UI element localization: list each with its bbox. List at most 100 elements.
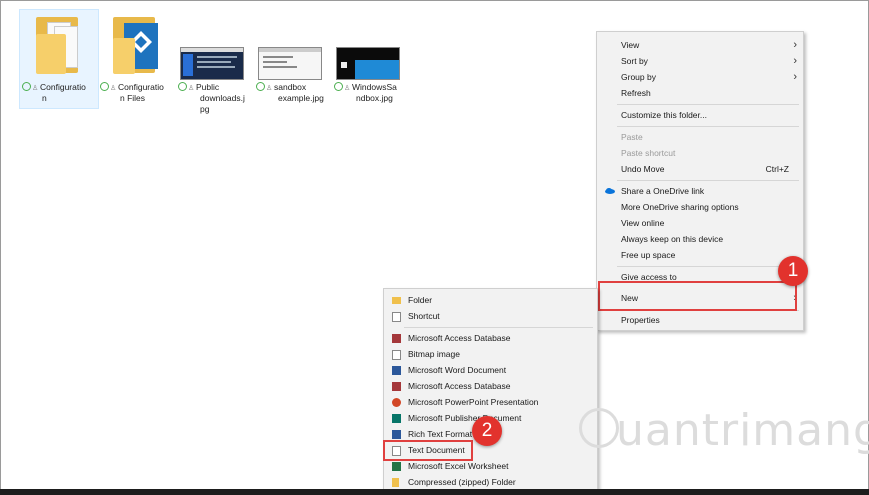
image-thumbnail [258,47,322,80]
watermark-text: uantrimang [616,405,869,456]
menu-label: View [621,40,640,50]
menu-label: Compressed (zipped) Folder [408,477,516,487]
shared-person-icon: ♙ [344,85,351,92]
menu-label: Undo Move [621,164,665,174]
shortcut-icon [392,312,401,322]
image-thumbnail [336,47,400,80]
shared-person-icon: ♙ [110,85,117,92]
menu-label: Microsoft Access Database [408,381,511,391]
submenu-item-folder[interactable]: Folder [384,292,597,308]
menu-label: Sort by [621,56,648,66]
bitmap-icon [392,350,401,360]
folder-icon [392,297,401,304]
menu-label: Customize this folder... [621,110,707,120]
menu-label: Refresh [621,88,651,98]
file-name-cont: ndbox.jpg [356,93,393,103]
menu-item-sort-by[interactable]: Sort by › [597,53,803,69]
shared-person-icon: ♙ [32,85,39,92]
onedrive-cloud-icon [605,188,615,194]
menu-separator [617,266,799,267]
menu-separator [404,327,593,328]
menu-item-paste[interactable]: Paste [597,129,803,145]
submenu-item-access-db-2[interactable]: Microsoft Access Database [384,378,597,394]
file-name: Configuratio [118,82,164,92]
menu-label: Microsoft Word Document [408,365,507,375]
menu-label: Microsoft PowerPoint Presentation [408,397,539,407]
menu-item-paste-shortcut[interactable]: Paste shortcut [597,145,803,161]
menu-label: Microsoft Access Database [408,333,511,343]
menu-label: More OneDrive sharing options [621,202,739,212]
file-name-cont: downloads.j [200,93,245,103]
menu-item-customize[interactable]: Customize this folder... [597,107,803,123]
new-highlight-box [598,281,797,311]
step-badge-2: 2 [472,416,502,446]
menu-label: Paste [621,132,643,142]
chevron-right-icon: › [793,55,797,67]
menu-item-share-onedrive[interactable]: Share a OneDrive link [597,183,803,199]
menu-item-undo-move[interactable]: Undo Move Ctrl+Z [597,161,803,177]
zip-folder-icon [392,478,399,487]
bottom-strip [0,489,869,495]
image-thumbnail [180,47,244,80]
file-name: sandbox [274,82,307,92]
watermark-bulb-icon [579,408,619,448]
menu-item-view[interactable]: View › [597,37,803,53]
step-badge-1: 1 [778,256,808,286]
menu-label: Share a OneDrive link [621,186,705,196]
chevron-right-icon: › [793,39,797,51]
file-name-cont: n [42,93,47,103]
menu-separator [617,104,799,105]
chevron-right-icon: › [793,71,797,83]
shared-person-icon: ♙ [266,85,273,92]
menu-label: Shortcut [408,311,440,321]
folder-front-icon [113,38,135,74]
sync-status-icon [178,82,187,91]
submenu-item-shortcut[interactable]: Shortcut [384,308,597,324]
menu-item-properties[interactable]: Properties [597,312,803,328]
file-name: Public [196,82,220,92]
file-name-cont: pg [200,104,210,114]
text-document-highlight-box [383,440,473,461]
menu-item-more-onedrive[interactable]: More OneDrive sharing options [597,199,803,215]
publisher-icon [392,414,401,423]
excel-icon [392,462,401,471]
word-icon [392,366,401,375]
submenu-item-word[interactable]: Microsoft Word Document [384,362,597,378]
menu-separator [617,126,799,127]
menu-item-always-keep[interactable]: Always keep on this device [597,231,803,247]
menu-item-refresh[interactable]: Refresh [597,85,803,101]
menu-item-view-online[interactable]: View online [597,215,803,231]
menu-label: Properties [621,315,660,325]
menu-label: Always keep on this device [621,234,724,244]
powerpoint-icon [392,398,401,407]
sync-status-icon [256,82,265,91]
menu-item-free-up-space[interactable]: Free up space [597,247,803,263]
rich-text-icon [392,430,401,439]
file-name-cont: example.jpg [278,93,324,103]
access-icon [392,334,401,343]
file-name: WindowsSa [352,82,397,92]
submenu-item-zip[interactable]: Compressed (zipped) Folder [384,474,597,490]
new-submenu: Folder Shortcut Microsoft Access Databas… [383,288,598,493]
sync-status-icon [100,82,109,91]
shortcut-hint: Ctrl+Z [765,164,789,174]
submenu-item-access-db[interactable]: Microsoft Access Database [384,330,597,346]
file-name: Configuratio [40,82,86,92]
folder-front-icon [36,34,66,74]
menu-label: Free up space [621,250,676,260]
menu-label: View online [621,218,665,228]
menu-item-group-by[interactable]: Group by › [597,69,803,85]
sync-status-icon [22,82,31,91]
menu-label: Microsoft Publisher Document [408,413,522,423]
submenu-item-bitmap[interactable]: Bitmap image [384,346,597,362]
menu-label: Paste shortcut [621,148,676,158]
sync-status-icon [334,82,343,91]
submenu-item-powerpoint[interactable]: Microsoft PowerPoint Presentation [384,394,597,410]
shared-person-icon: ♙ [188,85,195,92]
file-name-cont: n Files [120,93,146,103]
menu-separator [617,180,799,181]
access-icon [392,382,401,391]
menu-label: Group by [621,72,656,82]
menu-label: Folder [408,295,433,305]
menu-label: Bitmap image [408,349,460,359]
